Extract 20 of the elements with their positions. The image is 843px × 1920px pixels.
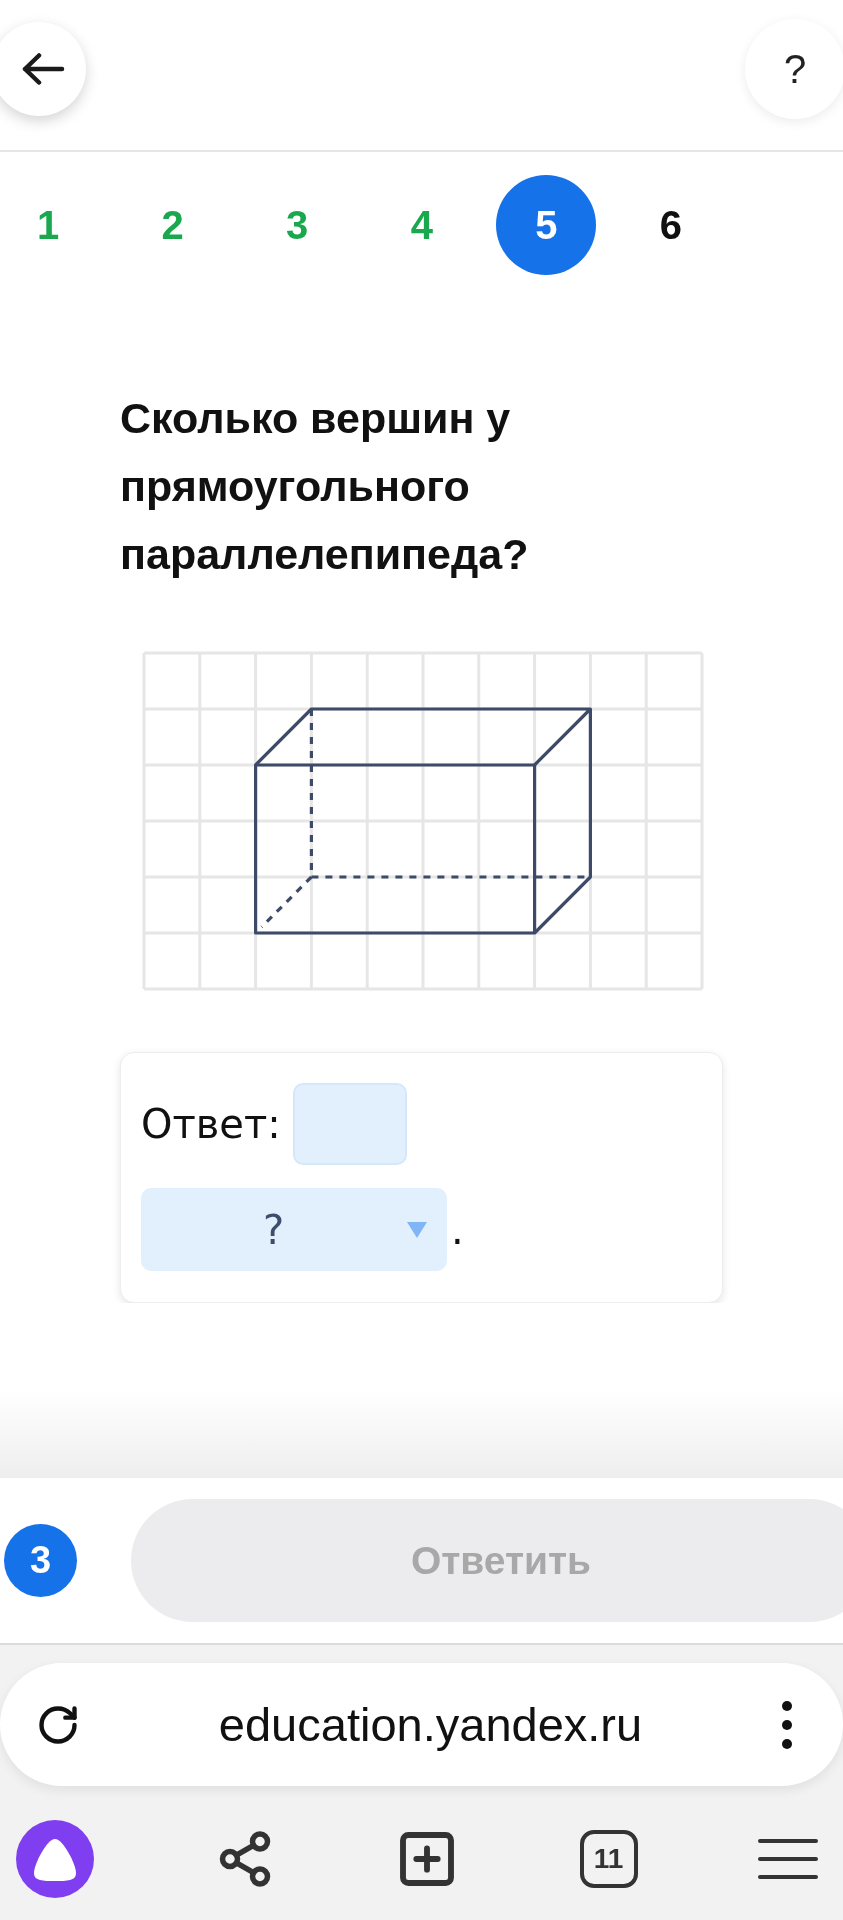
assistant-icon[interactable]: [16, 1820, 94, 1898]
menu-icon[interactable]: [758, 1837, 818, 1881]
step-tab[interactable]: 3: [247, 175, 348, 275]
back-button[interactable]: [0, 22, 86, 116]
caret-icon: [406, 1220, 428, 1239]
help-button[interactable]: ?: [745, 19, 843, 119]
step-tab[interactable]: 6: [620, 175, 721, 275]
tabs-button[interactable]: 11: [579, 1830, 638, 1888]
step-tab[interactable]: 1: [0, 175, 98, 275]
step-tab[interactable]: 2: [122, 175, 223, 275]
more-icon[interactable]: [781, 1699, 793, 1750]
url-text[interactable]: education.yandex.ru: [80, 1697, 781, 1752]
answer-label: Ответ:: [141, 1104, 281, 1144]
step-tab[interactable]: 4: [371, 175, 472, 275]
step-tab[interactable]: 5: [496, 175, 597, 275]
counter-badge: 3: [4, 1524, 77, 1597]
sentence-period: .: [451, 1206, 464, 1253]
answer-dropdown[interactable]: ?: [141, 1188, 447, 1271]
arrow-left-icon: [21, 53, 65, 85]
question-text: Сколько вершин у прямоугольного параллелепипеда?: [120, 393, 530, 580]
